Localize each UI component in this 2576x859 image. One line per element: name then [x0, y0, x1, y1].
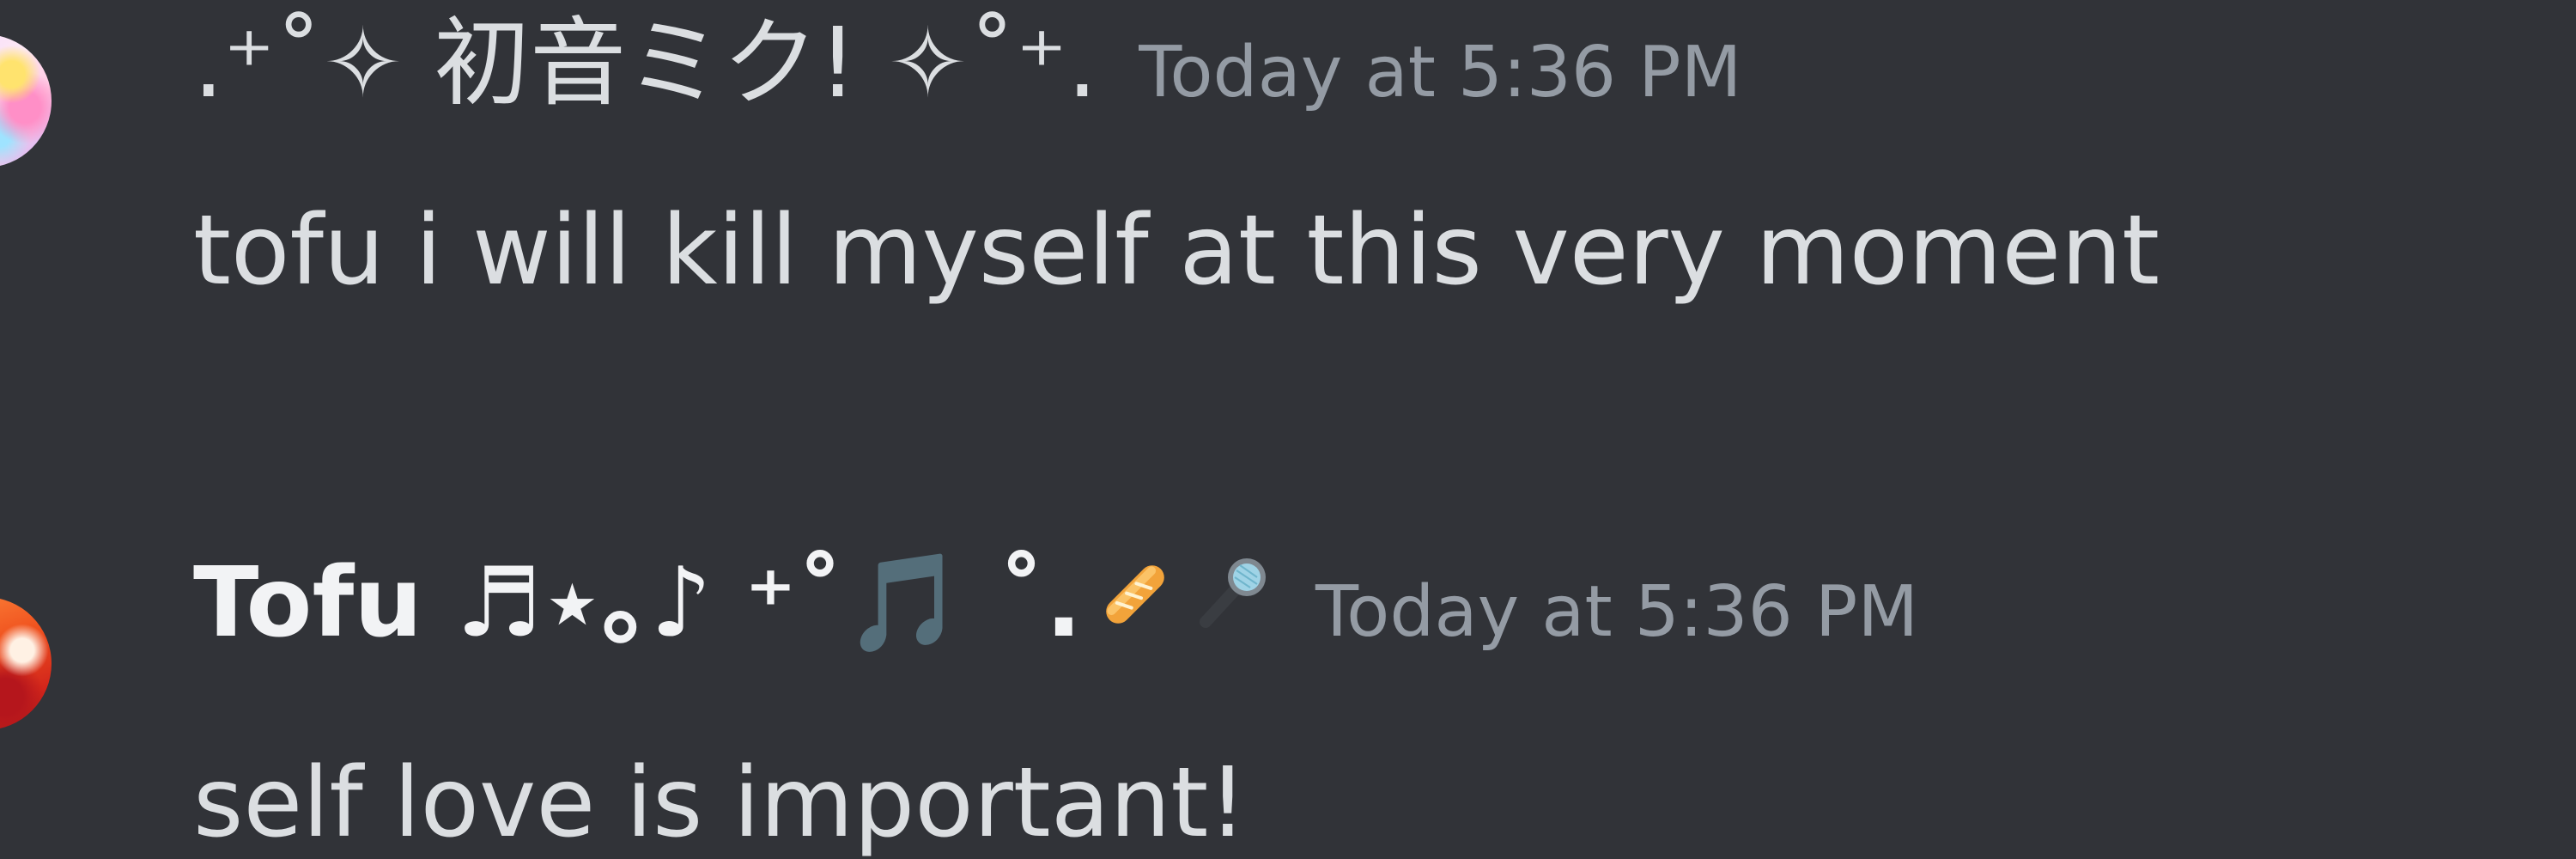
avatar[interactable]	[0, 597, 52, 730]
message-content: self love is important!	[193, 747, 1248, 859]
message-content: tofu i will kill myself at this very mom…	[193, 195, 2160, 307]
baguette-bread-icon	[1094, 553, 1176, 639]
username[interactable]: .⁺˚✧ 初音ミク! ✧˚⁺.	[193, 3, 1097, 124]
username[interactable]: Tofu ♬⋆｡♪ ⁺˚🎵 ˚.	[193, 543, 1082, 663]
avatar[interactable]	[0, 34, 52, 168]
message-header: Tofu ♬⋆｡♪ ⁺˚🎵 ˚. Today at 5:36 PM	[193, 543, 1918, 673]
message-header: .⁺˚✧ 初音ミク! ✧˚⁺. Today at 5:36 PM	[193, 3, 1741, 133]
chat-messages: .⁺˚✧ 初音ミク! ✧˚⁺. Today at 5:36 PM tofu i …	[0, 0, 2576, 859]
microphone-icon	[1188, 550, 1274, 639]
timestamp[interactable]: Today at 5:36 PM	[1139, 13, 1741, 133]
message: Tofu ♬⋆｡♪ ⁺˚🎵 ˚. Today at 5:36 PM self l…	[0, 515, 2576, 859]
timestamp[interactable]: Today at 5:36 PM	[1315, 552, 1918, 673]
message: .⁺˚✧ 初音ミク! ✧˚⁺. Today at 5:36 PM tofu i …	[0, 0, 2576, 361]
